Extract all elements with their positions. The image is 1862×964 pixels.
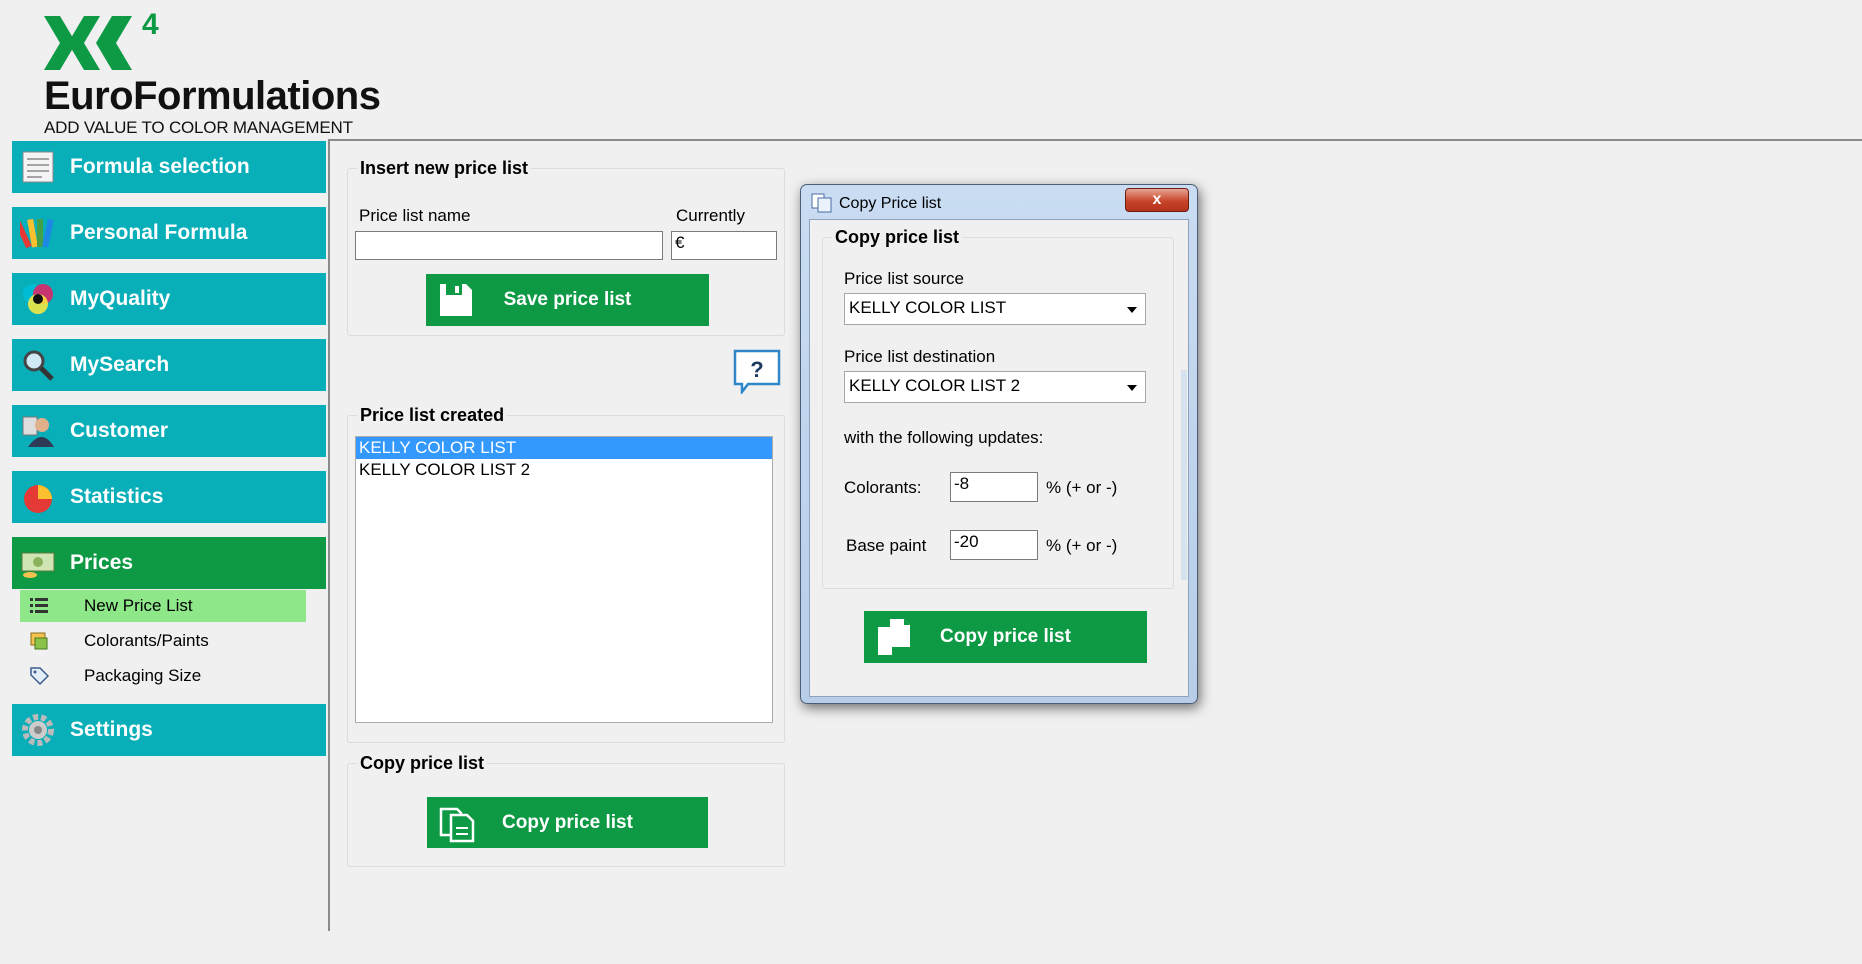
chevron-down-icon — [1127, 307, 1137, 313]
sidebar-subitem-label: Colorants/Paints — [84, 631, 209, 650]
price-list-name-input[interactable] — [355, 231, 663, 260]
brand-tagline: ADD VALUE TO COLOR MANAGEMENT — [44, 118, 353, 137]
sidebar-item-label: MySearch — [70, 353, 170, 376]
sidebar-subitem-new-price-list[interactable]: New Price List — [20, 590, 306, 622]
source-dropdown[interactable]: KELLY COLOR LIST — [844, 293, 1146, 325]
gear-icon — [22, 714, 54, 746]
price-list-listbox[interactable]: KELLY COLOR LIST KELLY COLOR LIST 2 — [355, 436, 773, 723]
sidebar-item-label: Settings — [70, 718, 153, 741]
sidebar-item-label: Prices — [70, 551, 134, 574]
sidebar-item-myquality[interactable]: MyQuality — [12, 273, 326, 325]
destination-dropdown[interactable]: KELLY COLOR LIST 2 — [844, 371, 1146, 403]
base-paint-percent-input[interactable]: -20 — [950, 530, 1038, 560]
save-disk-icon — [440, 284, 472, 316]
copy-window-icon — [811, 193, 832, 213]
sidebar-subitem-label: New Price List — [84, 596, 193, 615]
dialog-close-button[interactable]: x — [1125, 188, 1189, 212]
copy-price-list-title: Copy price list — [357, 753, 488, 774]
magnifier-icon — [23, 350, 54, 381]
chevron-down-icon — [1127, 385, 1137, 391]
sidebar-item-label: Personal Formula — [70, 221, 248, 244]
insert-price-list-title: Insert new price list — [357, 158, 532, 179]
copy-documents-icon — [439, 807, 475, 843]
sidebar-subitem-packaging-size[interactable]: Packaging Size — [20, 660, 306, 692]
sidebar-item-statistics[interactable]: Statistics — [12, 471, 326, 523]
sidebar-divider — [328, 139, 330, 931]
sidebar-item-prices[interactable]: Prices — [12, 537, 326, 589]
logo-superscript: 4 — [142, 8, 159, 41]
person-icon — [22, 416, 54, 447]
sidebar-item-mysearch[interactable]: MySearch — [12, 339, 326, 391]
colorants-label: Colorants: — [844, 478, 922, 497]
base-paint-label: Base paint — [846, 536, 927, 555]
sidebar-subitem-colorants-paints[interactable]: Colorants/Paints — [20, 625, 306, 657]
pie-chart-icon — [24, 485, 52, 513]
base-paint-percent-label: % (+ or -) — [1046, 536, 1118, 555]
currency-input[interactable]: € — [671, 231, 777, 260]
help-label: ? — [750, 357, 763, 382]
copy-price-list-label: Copy price list — [502, 811, 633, 833]
sidebar-item-label: Customer — [70, 419, 169, 442]
dialog-copy-label: Copy price list — [940, 626, 1071, 647]
sidebar-item-customer[interactable]: Customer — [12, 405, 326, 457]
save-price-list-label: Save price list — [503, 289, 632, 310]
sidebar-item-label: MyQuality — [70, 287, 171, 310]
dialog-title: Copy Price list — [839, 195, 942, 212]
colorants-percent-label: % (+ or -) — [1046, 478, 1118, 497]
copy-price-list-dialog: Copy Price list x Copy price list Price … — [800, 184, 1198, 704]
save-price-list-button[interactable]: Save price list — [426, 274, 709, 326]
sidebar-item-label: Formula selection — [70, 155, 250, 178]
sidebar-item-label: Statistics — [70, 485, 164, 508]
header-divider — [330, 139, 1862, 141]
color-fan-icon — [20, 218, 54, 249]
sidebar-subitem-label: Packaging Size — [84, 666, 202, 685]
money-icon — [21, 552, 55, 578]
sidebar-item-personal-formula[interactable]: Personal Formula — [12, 207, 326, 259]
destination-label: Price list destination — [844, 347, 996, 366]
brand-name: EuroFormulations — [44, 74, 381, 118]
paint-icon — [30, 632, 48, 650]
source-label: Price list source — [844, 269, 964, 288]
dialog-group-title: Copy price list — [832, 227, 963, 248]
dialog-scrollbar[interactable] — [1181, 370, 1187, 580]
sidebar-item-settings[interactable]: Settings — [12, 704, 326, 756]
help-speech-bubble-icon[interactable]: ? — [732, 348, 782, 394]
list-item[interactable]: KELLY COLOR LIST — [356, 437, 772, 459]
price-list-created-title: Price list created — [357, 405, 508, 426]
list-icon — [30, 598, 48, 613]
source-value: KELLY COLOR LIST — [849, 298, 1007, 317]
colorants-percent-input[interactable]: -8 — [950, 472, 1038, 502]
color-circles-icon — [23, 284, 53, 314]
list-item[interactable]: KELLY COLOR LIST 2 — [356, 459, 772, 481]
formula-list-icon — [22, 151, 54, 183]
updates-label: with the following updates: — [844, 428, 1044, 447]
dialog-body: Copy price list Price list source KELLY … — [809, 219, 1189, 697]
destination-value: KELLY COLOR LIST 2 — [849, 376, 1021, 395]
tag-icon — [30, 667, 50, 686]
dialog-copy-price-list-button[interactable]: Copy price list — [864, 611, 1147, 663]
price-list-name-label: Price list name — [359, 206, 471, 225]
sidebar-item-formula-selection[interactable]: Formula selection — [12, 141, 326, 193]
currency-label: Currently — [676, 206, 745, 225]
copy-documents-icon — [878, 619, 910, 655]
copy-price-list-button[interactable]: Copy price list — [427, 797, 708, 848]
